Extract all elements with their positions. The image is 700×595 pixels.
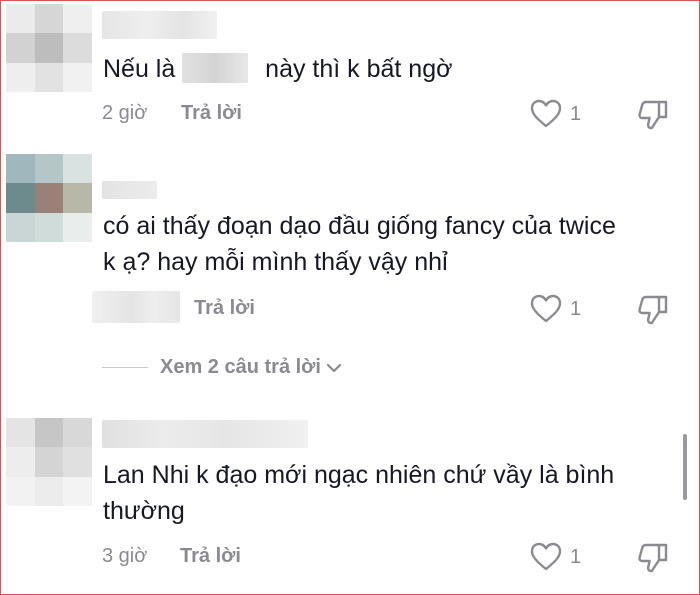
comment-text: Nếu là này thì k bất ngờ bbox=[103, 53, 453, 83]
like-button[interactable]: 1 bbox=[530, 99, 581, 129]
comment-time-blurred bbox=[92, 291, 180, 323]
like-count: 1 bbox=[570, 545, 582, 568]
view-replies-label: Xem 2 câu trả lời bbox=[160, 356, 321, 378]
username-blurred[interactable] bbox=[102, 420, 308, 448]
username-blurred[interactable] bbox=[102, 11, 217, 39]
heart-outline-icon bbox=[530, 542, 562, 571]
dislike-button[interactable] bbox=[637, 99, 669, 136]
like-button[interactable]: 1 bbox=[530, 542, 581, 572]
like-count: 1 bbox=[570, 297, 582, 320]
avatar-blurred[interactable] bbox=[6, 154, 92, 242]
divider-line bbox=[102, 367, 148, 368]
thumbs-down-outline-icon bbox=[638, 295, 668, 325]
comment-time: 2 giờ bbox=[102, 102, 148, 124]
chevron-down-icon bbox=[326, 363, 342, 372]
comment-text: có ai thấy đoạn dạo đầu giống fancy của … bbox=[103, 212, 616, 276]
comment-time: 3 giờ bbox=[102, 545, 148, 567]
like-count: 1 bbox=[570, 102, 582, 125]
reply-button[interactable]: Trả lời bbox=[180, 545, 241, 568]
avatar-blurred[interactable] bbox=[6, 418, 92, 506]
reply-button[interactable]: Trả lời bbox=[194, 297, 255, 320]
like-button[interactable]: 1 bbox=[530, 294, 581, 324]
heart-outline-icon bbox=[530, 294, 562, 323]
thumbs-down-outline-icon bbox=[638, 543, 668, 573]
dislike-button[interactable] bbox=[637, 294, 669, 331]
thumbs-down-outline-icon bbox=[638, 100, 668, 130]
redacted-word bbox=[182, 53, 249, 83]
avatar-blurred[interactable] bbox=[6, 4, 92, 92]
dislike-button[interactable] bbox=[637, 542, 669, 579]
heart-outline-icon bbox=[530, 99, 562, 128]
reply-button[interactable]: Trả lời bbox=[181, 102, 242, 125]
view-replies-button[interactable]: Xem 2 câu trả lời bbox=[102, 356, 343, 379]
scrollbar-thumb[interactable] bbox=[683, 434, 687, 500]
comment-text: Lan Nhi k đạo mới ngạc nhiên chứ vầy là … bbox=[103, 461, 615, 525]
username-blurred[interactable] bbox=[102, 181, 157, 199]
